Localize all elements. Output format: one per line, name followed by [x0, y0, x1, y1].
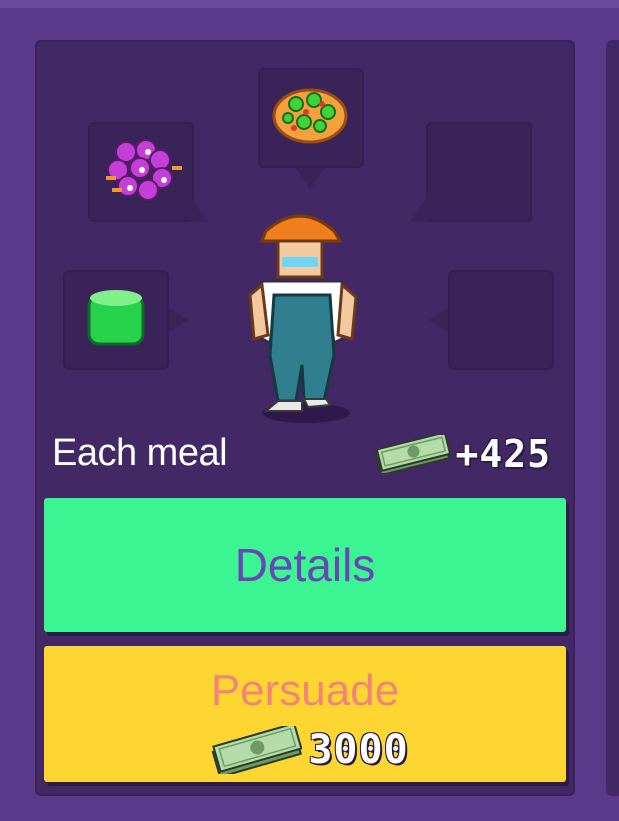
earnings-row: +425	[373, 432, 551, 476]
earnings-value: +425	[455, 432, 551, 476]
persuade-cost-row: 3000	[0, 726, 619, 774]
persuade-cost-value: 3000	[308, 727, 409, 773]
food-slot-middle-left	[63, 270, 169, 370]
next-card-edge[interactable]	[606, 40, 619, 796]
food-slot-middle-right	[448, 270, 554, 370]
top-edge	[0, 0, 619, 8]
cash-icon	[211, 726, 303, 774]
bubble-tail	[296, 168, 324, 190]
construction-worker-sprite	[248, 214, 358, 423]
persuade-button-label: Persuade	[210, 666, 400, 715]
pizza-icon	[272, 88, 348, 144]
earnings-label: Each meal	[52, 432, 228, 474]
green-gem-icon	[87, 290, 145, 346]
details-button[interactable]: Details	[44, 498, 566, 632]
purple-berries-icon	[106, 139, 182, 201]
food-slot-top-right	[426, 122, 532, 222]
bubble-tail	[190, 196, 208, 222]
cash-icon	[375, 435, 452, 473]
bubble-tail	[428, 308, 448, 332]
details-button-label: Details	[234, 539, 376, 591]
bubble-tail	[169, 308, 189, 332]
food-slot-top-left	[88, 122, 194, 222]
bubble-tail	[410, 196, 428, 222]
food-slot-top-center	[258, 68, 364, 168]
